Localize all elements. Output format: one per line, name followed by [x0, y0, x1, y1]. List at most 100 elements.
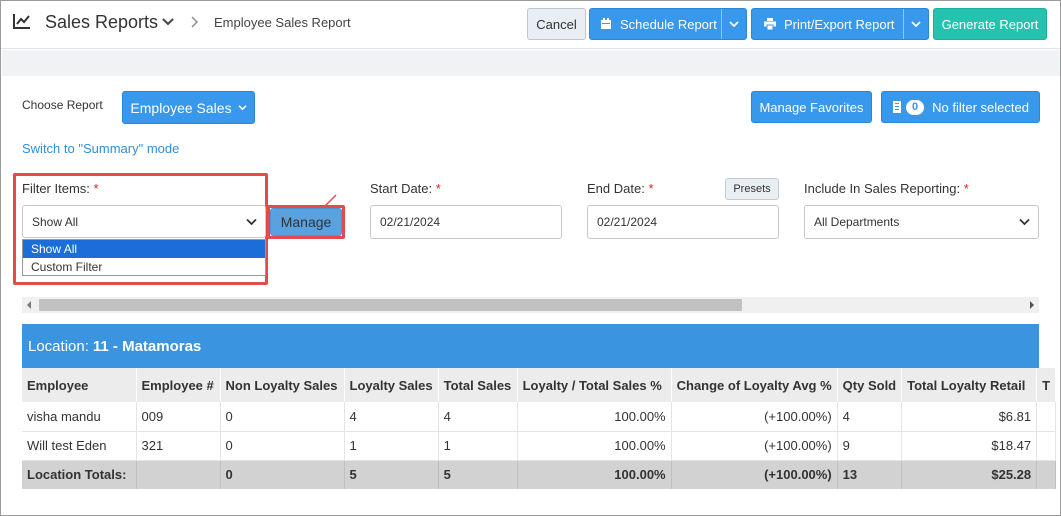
table-cell: 0 [220, 431, 345, 461]
table-cell [136, 460, 221, 489]
scroll-left-icon[interactable] [26, 301, 32, 309]
table-header-row: Employee Employee # Non Loyalty Sales Lo… [22, 368, 1057, 402]
table-cell: Will test Eden [22, 431, 137, 461]
horizontal-scrollbar[interactable] [22, 297, 1039, 313]
filter-icon [893, 101, 901, 113]
table-cell [1036, 402, 1057, 432]
filter-items-value: Show All [32, 214, 79, 229]
table-cell: (+100.00%) [671, 460, 838, 489]
report-table: Employee Employee # Non Loyalty Sales Lo… [22, 368, 1057, 489]
filter-status-label: No filter selected [932, 99, 1029, 115]
manage-filter-button[interactable]: Manage [270, 208, 342, 236]
filter-items-select[interactable]: Show All [22, 205, 266, 238]
switch-summary-mode-link[interactable]: Switch to "Summary" mode [22, 141, 179, 156]
start-date-label: Start Date: * [370, 181, 441, 196]
include-sales-reporting-label: Include In Sales Reporting: * [804, 181, 969, 196]
arrow-annotation-icon [324, 194, 337, 207]
chevron-down-icon[interactable] [162, 17, 174, 27]
chevron-down-icon[interactable] [729, 20, 739, 28]
location-label: Location: [28, 337, 89, 355]
column-header[interactable]: Qty Sold [837, 368, 903, 402]
table-cell [1036, 460, 1057, 489]
filter-status-button[interactable]: 0 No filter selected [881, 91, 1040, 123]
app-window: Sales Reports Employee Sales Report Canc… [0, 0, 1061, 516]
start-date-input[interactable]: 02/21/2024 [370, 205, 562, 239]
choose-report-label: Choose Report [22, 98, 103, 112]
chevron-down-icon [238, 105, 247, 111]
print-export-button[interactable]: Print/Export Report [751, 8, 929, 40]
table-cell: Location Totals: [22, 460, 137, 489]
column-header[interactable]: Loyalty / Total Sales % [517, 368, 672, 402]
table-cell: 4 [344, 402, 439, 432]
print-export-label: Print/Export Report [784, 16, 895, 32]
table-row: Will test Eden 321 0 1 1 100.00% (+100.0… [22, 431, 1057, 461]
table-cell: 100.00% [517, 431, 672, 461]
table-cell: 100.00% [517, 460, 672, 489]
totals-row: Location Totals: 0 5 5 100.00% (+100.00%… [22, 460, 1057, 489]
choose-report-dropdown[interactable]: Employee Sales [122, 91, 255, 124]
printer-icon [764, 18, 776, 30]
line-chart-icon [13, 14, 30, 29]
column-header[interactable]: Employee # [136, 368, 221, 402]
presets-button[interactable]: Presets [725, 178, 779, 200]
column-header[interactable]: Employee [22, 368, 137, 402]
chevron-down-icon[interactable] [911, 20, 921, 28]
column-header[interactable]: Total Sales [438, 368, 518, 402]
schedule-report-label: Schedule Report [620, 16, 717, 32]
include-sales-reporting-select[interactable]: All Departments [804, 205, 1039, 239]
schedule-report-button[interactable]: Schedule Report [589, 8, 747, 40]
end-date-input[interactable]: 02/21/2024 [587, 205, 779, 239]
table-cell: 4 [837, 402, 903, 432]
calendar-icon [601, 18, 611, 29]
column-header[interactable]: Loyalty Sales [344, 368, 439, 402]
table-cell: 0 [220, 402, 345, 432]
table-cell: $25.28 [901, 460, 1038, 489]
table-cell: $18.47 [901, 431, 1038, 461]
table-cell: 1 [344, 431, 439, 461]
split-divider [903, 9, 904, 39]
scroll-right-icon[interactable] [1029, 301, 1035, 309]
table-cell [1036, 431, 1057, 461]
table-cell: (+100.00%) [671, 431, 838, 461]
split-divider [721, 9, 722, 39]
table-cell: 4 [438, 402, 518, 432]
dropdown-option-custom-filter[interactable]: Custom Filter [23, 258, 265, 276]
scrollbar-thumb[interactable] [39, 299, 742, 311]
column-header[interactable]: T [1036, 368, 1057, 402]
header-band [2, 50, 1060, 76]
page-title[interactable]: Sales Reports [45, 12, 158, 33]
table-cell: 1 [438, 431, 518, 461]
choose-report-value: Employee Sales [130, 99, 232, 116]
filter-items-label: Filter Items: * [22, 181, 99, 196]
table-cell: 100.00% [517, 402, 672, 432]
chevron-down-icon [1019, 218, 1030, 226]
table-cell: 5 [344, 460, 439, 489]
chevron-down-icon [246, 218, 257, 226]
filter-count-badge: 0 [906, 99, 925, 115]
table-cell: 5 [438, 460, 518, 489]
dropdown-option-show-all[interactable]: Show All [23, 240, 265, 258]
table-cell: 13 [837, 460, 903, 489]
top-toolbar: Sales Reports Employee Sales Report Canc… [1, 1, 1060, 49]
table-cell: 0 [220, 460, 345, 489]
filter-items-dropdown-list: Show All Custom Filter [22, 239, 266, 276]
column-header[interactable]: Total Loyalty Retail [901, 368, 1038, 402]
location-name: 11 - Matamoras [92, 337, 202, 355]
table-cell: 009 [136, 402, 221, 432]
manage-favorites-button[interactable]: Manage Favorites [751, 91, 872, 123]
table-row: visha mandu 009 0 4 4 100.00% (+100.00%)… [22, 402, 1057, 432]
start-date-value: 02/21/2024 [380, 215, 441, 229]
table-cell: visha mandu [22, 402, 137, 432]
table-cell: 321 [136, 431, 221, 461]
generate-report-button[interactable]: Generate Report [933, 8, 1047, 40]
cancel-button[interactable]: Cancel [527, 8, 586, 40]
column-header[interactable]: Change of Loyalty Avg % [671, 368, 838, 402]
end-date-value: 02/21/2024 [597, 215, 658, 229]
table-cell: (+100.00%) [671, 402, 838, 432]
column-header[interactable]: Non Loyalty Sales [220, 368, 345, 402]
include-sales-reporting-value: All Departments [814, 215, 900, 229]
end-date-label: End Date: * [587, 181, 654, 196]
table-cell: 9 [837, 431, 903, 461]
chevron-right-icon [191, 16, 198, 28]
table-cell: $6.81 [901, 402, 1038, 432]
